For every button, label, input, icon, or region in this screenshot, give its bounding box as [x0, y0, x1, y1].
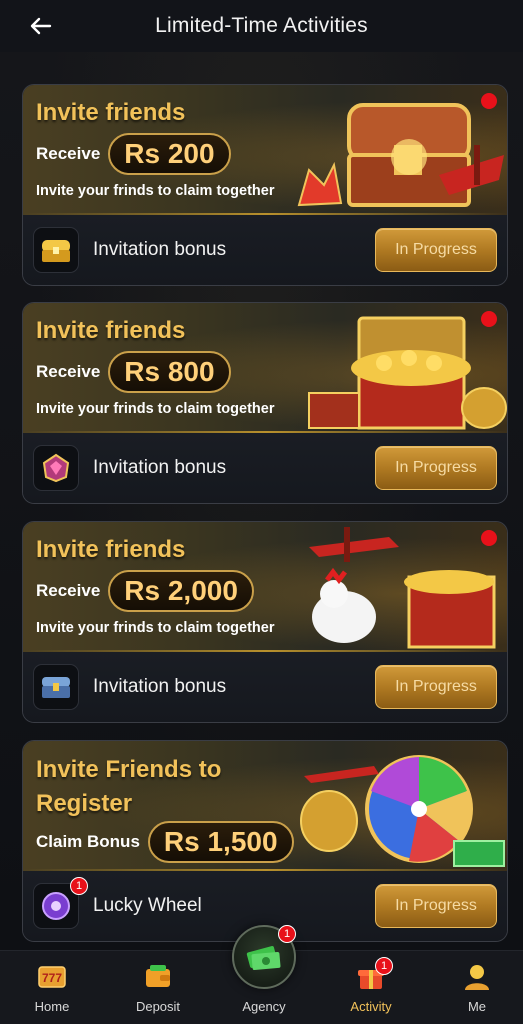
svg-text:777: 777 [42, 971, 62, 985]
receive-label: Receive [36, 144, 101, 163]
amount-pill: Rs 200 [108, 133, 231, 175]
amount-pill: Rs 1,500 [147, 821, 294, 863]
amount-pill: Rs 800 [108, 351, 231, 393]
gold-chest-art-icon [308, 316, 507, 430]
nav-activity[interactable]: 1 Activity [326, 951, 416, 1024]
bonus-label: Lucky Wheel [93, 895, 202, 916]
nav-me-label: Me [467, 999, 487, 1014]
notification-dot [481, 530, 497, 546]
nav-home-label: Home [34, 999, 70, 1014]
card-footer: Invitation bonus In Progress [23, 652, 507, 722]
card-banner: Invite friends Receive Rs 800 Invite you… [23, 303, 507, 433]
bonus-label: Invitation bonus [93, 239, 227, 260]
activity-card-invite-register[interactable]: Invite Friends to Register Claim Bonus R… [22, 740, 508, 942]
card-subtitle: Invite your frinds to claim together [36, 183, 275, 199]
notification-dot [481, 311, 497, 327]
nav-home[interactable]: 777 Home [7, 951, 97, 1024]
card-banner: Invite friends Receive Rs 200 Invite you… [23, 85, 507, 215]
treasure-chest-icon [33, 227, 79, 273]
receive-label: Receive [36, 581, 101, 600]
money-icon [246, 946, 281, 971]
in-progress-button[interactable]: In Progress [375, 446, 497, 490]
nav-me[interactable]: Me [432, 951, 522, 1024]
activity-card-invite-200[interactable]: Invite friends Receive Rs 200 Invite you… [22, 84, 508, 286]
wallet-icon [142, 961, 174, 993]
in-progress-button[interactable]: In Progress [375, 884, 497, 928]
gem-icon [33, 445, 79, 491]
nav-activity-label: Activity [350, 999, 392, 1014]
chest-icon [33, 664, 79, 710]
receive-row: Receive Rs 800 [36, 351, 231, 393]
claim-label: Claim Bonus [36, 832, 140, 851]
agency-money-button[interactable]: 1 [232, 925, 296, 989]
agency-badge: 1 [278, 925, 296, 943]
app-header: Limited-Time Activities [0, 0, 523, 52]
in-progress-button[interactable]: In Progress [375, 665, 497, 709]
gift-icon: 1 [355, 957, 393, 993]
card-title: Invite friends [36, 536, 186, 563]
nav-deposit-label: Deposit [135, 999, 181, 1014]
user-icon [461, 961, 493, 993]
receive-label: Receive [36, 362, 101, 381]
receive-row: Receive Rs 2,000 [36, 570, 254, 612]
card-title: Invite Friends to Register [36, 756, 222, 817]
amount-pill: Rs 2,000 [108, 570, 254, 612]
card-banner: Invite Friends to Register Claim Bonus R… [23, 741, 507, 871]
card-footer: Invitation bonus In Progress [23, 433, 507, 503]
bonus-label: Invitation bonus [93, 457, 227, 478]
activity-card-invite-2000[interactable]: Invite friends Receive Rs 2,000 Invite y… [22, 521, 508, 723]
receive-row: Receive Rs 200 [36, 133, 231, 175]
activity-card-invite-800[interactable]: Invite friends Receive Rs 800 Invite you… [22, 302, 508, 504]
home-slot-icon: 777 [36, 961, 68, 993]
card-title: Invite friends [36, 317, 186, 344]
card-subtitle: Invite your frinds to claim together [36, 620, 275, 636]
claim-row: Claim Bonus Rs 1,500 [36, 821, 294, 863]
card-title: Invite friends [36, 99, 186, 126]
back-arrow-icon[interactable] [26, 12, 56, 40]
nav-agency-label: Agency [242, 999, 286, 1014]
chicken-plane-art-icon [309, 527, 496, 649]
bonus-label: Invitation bonus [93, 676, 227, 697]
card-footer: Invitation bonus In Progress [23, 215, 507, 285]
nav-deposit[interactable]: Deposit [113, 951, 203, 1024]
activity-badge: 1 [375, 957, 393, 975]
card-subtitle: Invite your frinds to claim together [36, 401, 275, 417]
notification-dot [481, 93, 497, 109]
page-title: Limited-Time Activities [155, 14, 368, 37]
notification-badge: 1 [70, 877, 88, 895]
treasure-chest-art-icon [297, 103, 504, 207]
in-progress-button[interactable]: In Progress [375, 228, 497, 272]
card-banner: Invite friends Receive Rs 2,000 Invite y… [23, 522, 507, 652]
lucky-wheel-art-icon [300, 755, 505, 867]
